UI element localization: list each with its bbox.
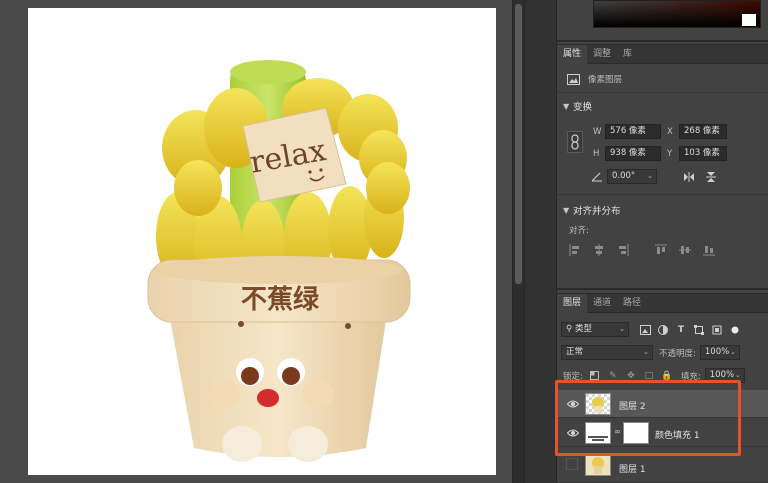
align-subtitle: 对齐: xyxy=(569,226,589,236)
layer-name[interactable]: 图层 2 xyxy=(619,399,646,412)
filter-smart-object-icon[interactable] xyxy=(711,324,723,336)
align-buttons xyxy=(569,244,715,256)
panel-divider xyxy=(557,40,768,42)
layer-row-color-fill-1[interactable]: ∞ 颜色填充 1 xyxy=(557,419,768,447)
panel-dock-column xyxy=(524,0,556,483)
flip-vertical-icon[interactable] xyxy=(705,171,717,183)
flower-pot: 不蕉绿 xyxy=(147,256,411,462)
chevron-down-icon: ⌄ xyxy=(647,172,653,180)
layer-kind-label: 像素图层 xyxy=(588,75,623,85)
hue-slider-marker[interactable] xyxy=(742,14,756,26)
document-canvas[interactable]: relax 不蕉绿 xyxy=(28,8,496,475)
lock-artboard-icon[interactable]: □ xyxy=(643,370,655,382)
filter-shape-icon[interactable] xyxy=(693,324,705,336)
scrollbar-thumb[interactable] xyxy=(515,4,522,284)
x-label: X xyxy=(667,126,673,137)
layer-name[interactable]: 图层 1 xyxy=(619,462,646,475)
lock-all-icon[interactable]: 🔒 xyxy=(661,370,673,382)
tab-channels[interactable]: 通道 xyxy=(587,294,617,313)
height-field[interactable]: 938 像素 xyxy=(605,146,661,161)
opacity-field[interactable]: 100% ⌄ xyxy=(699,345,740,360)
banana-pot-artwork: relax 不蕉绿 xyxy=(147,60,411,462)
y-label: Y xyxy=(667,148,673,159)
canvas-vertical-scrollbar[interactable] xyxy=(512,0,524,483)
fill-field[interactable]: 100% ⌄ xyxy=(704,368,745,383)
y-position-field[interactable]: 103 像素 xyxy=(679,146,727,161)
lock-image-icon[interactable]: ✎ xyxy=(607,370,619,382)
tab-layers[interactable]: 图层 xyxy=(557,294,588,313)
fill-thumbnail xyxy=(585,422,611,444)
layer-filter-dropdown[interactable]: ⚲ 类型 ⌄ xyxy=(561,322,629,337)
fill-value: 100% xyxy=(709,370,735,380)
opacity-label: 不透明度: xyxy=(659,348,696,359)
panel-divider xyxy=(557,288,768,290)
pot-text: 不蕉绿 xyxy=(241,285,320,315)
layer-name[interactable]: 颜色填充 1 xyxy=(655,428,700,441)
angle-icon xyxy=(591,172,602,182)
blend-mode-value: 正常 xyxy=(566,347,584,357)
filter-pixel-icon[interactable] xyxy=(639,324,651,336)
fill-label: 填充: xyxy=(680,371,701,382)
pixel-layer-icon xyxy=(567,73,580,85)
width-label: W xyxy=(593,126,602,137)
rotation-angle-field[interactable]: 0.00° ⌄ xyxy=(607,169,657,184)
blend-mode-dropdown[interactable]: 正常 ⌄ xyxy=(561,345,653,360)
layer-row-layer-2[interactable]: 图层 2 xyxy=(557,390,768,418)
lock-label: 锁定: xyxy=(563,371,583,382)
align-left-icon[interactable] xyxy=(569,244,581,256)
width-field[interactable]: 576 像素 xyxy=(605,124,661,139)
x-position-field[interactable]: 268 像素 xyxy=(679,124,727,139)
right-panel: 属性 调整 库 像素图层 ▼ 变换 W 576 像素 X 268 像素 H 93… xyxy=(556,0,768,483)
chain-link-icon xyxy=(571,134,579,150)
align-right-icon[interactable] xyxy=(617,244,629,256)
tab-libraries[interactable]: 库 xyxy=(617,45,638,64)
link-dimensions-button[interactable] xyxy=(567,131,583,153)
tab-paths[interactable]: 路径 xyxy=(617,294,647,313)
color-picker-field[interactable] xyxy=(593,0,761,28)
chevron-down-icon: ⌄ xyxy=(730,348,736,356)
tab-adjustments[interactable]: 调整 xyxy=(587,45,617,64)
chevron-down-icon: ⌄ xyxy=(619,325,625,333)
layers-tabbar: 图层 通道 路径 xyxy=(557,293,768,313)
visibility-toggle-off[interactable] xyxy=(566,458,578,470)
chevron-down-icon: ⌄ xyxy=(734,371,741,379)
eye-icon[interactable] xyxy=(567,399,579,409)
chevron-down-icon: ▼ xyxy=(563,205,570,215)
search-icon: ⚲ xyxy=(566,324,573,334)
align-title: 对齐并分布 xyxy=(573,206,621,217)
align-horizontal-center-icon[interactable] xyxy=(593,244,605,256)
filter-adjustment-icon[interactable] xyxy=(657,324,669,336)
layer-mask-thumbnail[interactable] xyxy=(623,422,649,444)
chevron-down-icon: ⌄ xyxy=(643,348,649,356)
align-section-header[interactable]: ▼ 对齐并分布 xyxy=(563,203,621,218)
canvas-area[interactable]: relax 不蕉绿 xyxy=(0,0,512,483)
filter-toggle-icon[interactable] xyxy=(729,324,741,336)
lock-position-icon[interactable]: ✥ xyxy=(625,370,637,382)
rotation-angle-value: 0.00° xyxy=(612,171,636,181)
transform-title: 变换 xyxy=(573,102,593,113)
layer-thumbnail xyxy=(585,393,611,415)
align-vertical-center-icon[interactable] xyxy=(679,244,691,256)
layer-kind-row: 像素图层 xyxy=(567,73,622,85)
tab-properties[interactable]: 属性 xyxy=(557,45,588,64)
layer-filter-value: 类型 xyxy=(574,324,592,334)
lock-transparent-icon[interactable] xyxy=(589,370,601,382)
panel-divider xyxy=(557,194,768,195)
chevron-down-icon: ▼ xyxy=(563,101,570,111)
filter-type-icon[interactable]: T xyxy=(675,324,687,336)
panel-divider xyxy=(557,92,768,93)
chain-link-icon[interactable]: ∞ xyxy=(614,427,621,436)
opacity-value: 100% xyxy=(704,347,730,357)
align-bottom-icon[interactable] xyxy=(703,244,715,256)
layer-thumbnail xyxy=(585,454,611,476)
height-label: H xyxy=(593,148,600,159)
flip-horizontal-icon[interactable] xyxy=(683,171,695,183)
align-top-icon[interactable] xyxy=(655,244,667,256)
transform-section-header[interactable]: ▼ 变换 xyxy=(563,99,593,114)
properties-tabbar: 属性 调整 库 xyxy=(557,44,768,64)
layer-row-layer-1[interactable]: 图层 1 xyxy=(557,448,768,483)
eye-icon[interactable] xyxy=(567,428,579,438)
